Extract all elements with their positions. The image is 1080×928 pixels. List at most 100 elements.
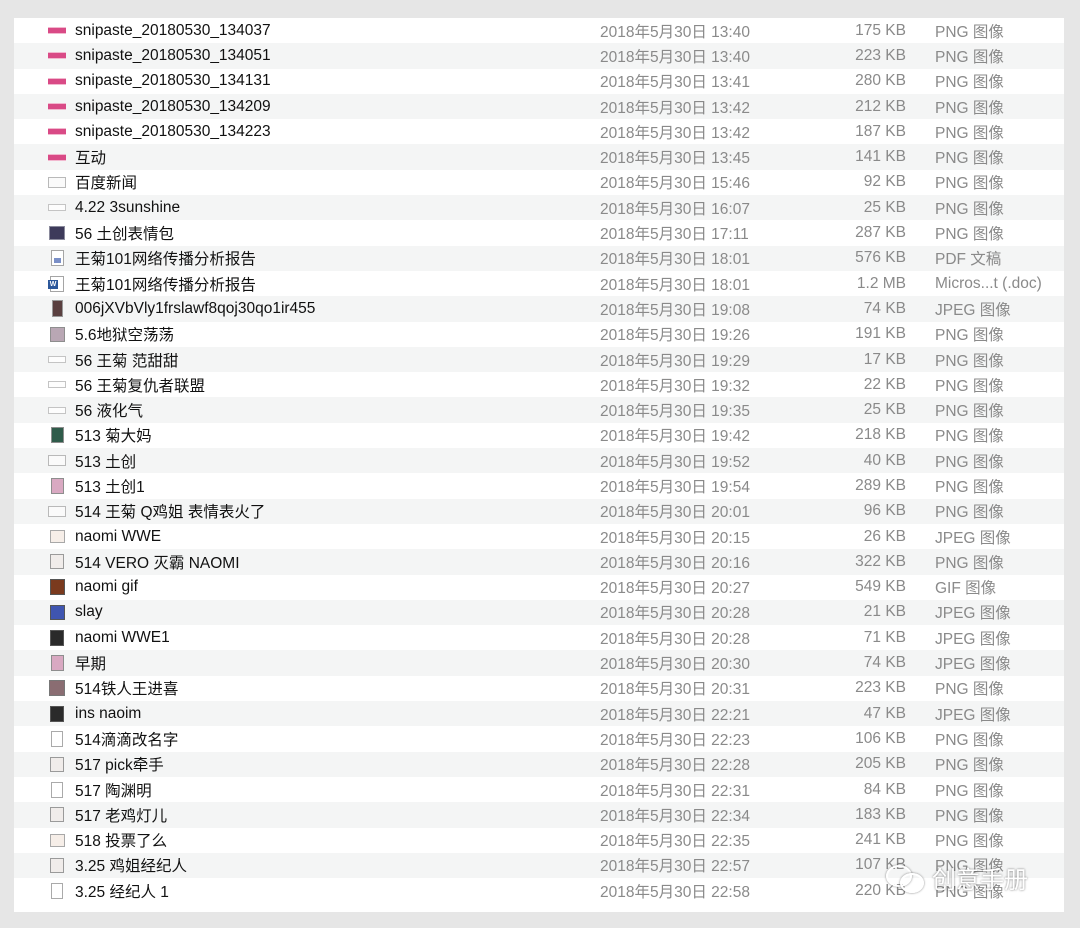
file-kind: PNG 图像 bbox=[935, 403, 1004, 421]
file-row[interactable]: snipaste_20180530_134131 2018年5月30日 13:41… bbox=[14, 69, 1064, 94]
file-date-modified: 2018年5月30日 20:28 bbox=[600, 605, 750, 623]
file-row[interactable]: 514滴滴改名字 2018年5月30日 22:23 106 KB PNG 图像 bbox=[14, 726, 1064, 751]
file-row[interactable]: 5.6地狱空荡荡 2018年5月30日 19:26 191 KB PNG 图像 bbox=[14, 322, 1064, 347]
file-date-modified: 2018年5月30日 19:35 bbox=[600, 403, 750, 421]
file-row[interactable]: snipaste_20180530_134051 2018年5月30日 13:40… bbox=[14, 43, 1064, 69]
file-thumbnail-icon bbox=[48, 503, 66, 519]
file-size: 106 KB bbox=[855, 729, 906, 747]
file-row[interactable]: 517 老鸡灯儿 2018年5月30日 22:34 183 KB PNG 图像 bbox=[14, 802, 1064, 828]
file-row[interactable]: 514铁人王进喜 2018年5月30日 20:31 223 KB PNG 图像 bbox=[14, 676, 1064, 701]
file-row[interactable]: 513 菊大妈 2018年5月30日 19:42 218 KB PNG 图像 bbox=[14, 423, 1064, 448]
file-size: 576 KB bbox=[855, 249, 906, 267]
file-row[interactable]: 518 投票了么 2018年5月30日 22:35 241 KB PNG 图像 bbox=[14, 828, 1064, 853]
file-row[interactable]: snipaste_20180530_134037 2018年5月30日 13:40… bbox=[14, 18, 1064, 43]
file-size: 549 KB bbox=[855, 578, 906, 596]
file-row[interactable]: 517 陶渊明 2018年5月30日 22:31 84 KB PNG 图像 bbox=[14, 777, 1064, 802]
file-kind: PNG 图像 bbox=[935, 150, 1004, 168]
file-kind: PNG 图像 bbox=[935, 99, 1004, 117]
file-size: 223 KB bbox=[855, 679, 906, 697]
file-name: 513 菊大妈 bbox=[75, 428, 152, 446]
file-row[interactable]: 王菊101网络传播分析报告 2018年5月30日 18:01 576 KB PDF 文… bbox=[14, 245, 1064, 271]
file-name: snipaste_20180530_134051 bbox=[75, 46, 271, 64]
file-thumbnail-icon bbox=[48, 174, 66, 190]
file-rows: snipaste_20180530_134037 2018年5月30日 13:40… bbox=[14, 18, 1064, 903]
file-date-modified: 2018年5月30日 20:31 bbox=[600, 681, 750, 699]
file-name: 56 王菊复仇者联盟 bbox=[75, 377, 206, 395]
file-thumbnail-icon bbox=[48, 705, 66, 722]
file-row[interactable]: 514 VERO 灭霸 NAOMI 2018年5月30日 20:16 322 KB P… bbox=[14, 549, 1064, 575]
file-row[interactable]: snipaste_20180530_134209 2018年5月30日 13:42… bbox=[14, 93, 1064, 120]
file-thumbnail-icon bbox=[48, 730, 66, 747]
file-date-modified: 2018年5月30日 19:26 bbox=[600, 327, 750, 345]
file-row[interactable]: naomi WWE1 2018年5月30日 20:28 71 KB JPEG 图像 bbox=[14, 625, 1064, 650]
file-name: 56 液化气 bbox=[75, 403, 144, 421]
file-row[interactable]: naomi WWE 2018年5月30日 20:15 26 KB JPEG 图像 bbox=[14, 524, 1064, 549]
file-date-modified: 2018年5月30日 19:54 bbox=[600, 478, 750, 496]
file-kind: PNG 图像 bbox=[935, 428, 1004, 446]
file-row[interactable]: 56 液化气 2018年5月30日 19:35 25 KB PNG 图像 bbox=[14, 397, 1064, 423]
file-name: snipaste_20180530_134131 bbox=[75, 72, 271, 90]
file-thumbnail-icon bbox=[48, 477, 66, 494]
file-size: 96 KB bbox=[863, 502, 906, 520]
file-thumbnail-icon bbox=[48, 124, 66, 140]
file-thumbnail-icon bbox=[48, 629, 66, 646]
file-row[interactable]: snipaste_20180530_134223 2018年5月30日 13:42… bbox=[14, 119, 1064, 144]
file-date-modified: 2018年5月30日 13:45 bbox=[600, 150, 750, 168]
file-kind: PNG 图像 bbox=[935, 352, 1004, 370]
file-row[interactable]: 3.25 经纪人 1 2018年5月30日 22:58 220 KB PNG 图像 bbox=[14, 878, 1064, 903]
file-row[interactable]: 56 王菊复仇者联盟 2018年5月30日 19:32 22 KB PNG 图像 bbox=[14, 372, 1064, 397]
file-name: 513 土创1 bbox=[75, 478, 145, 496]
file-kind: PNG 图像 bbox=[935, 478, 1004, 496]
file-kind: JPEG 图像 bbox=[935, 656, 1011, 674]
file-size: 280 KB bbox=[855, 72, 906, 90]
file-thumbnail-icon bbox=[48, 250, 66, 267]
file-date-modified: 2018年5月30日 17:11 bbox=[600, 226, 749, 244]
file-name: 3.25 经纪人 1 bbox=[75, 883, 169, 901]
file-date-modified: 2018年5月30日 22:31 bbox=[600, 782, 750, 800]
file-row[interactable]: 早期 2018年5月30日 20:30 74 KB JPEG 图像 bbox=[14, 650, 1064, 676]
file-thumbnail-icon bbox=[48, 529, 66, 545]
file-row[interactable]: 互动 2018年5月30日 13:45 141 KB PNG 图像 bbox=[14, 144, 1064, 170]
file-row[interactable]: ins naoim 2018年5月30日 22:21 47 KB JPEG 图像 bbox=[14, 701, 1064, 727]
file-row[interactable]: 56 土创表情包 2018年5月30日 17:11 287 KB PNG 图像 bbox=[14, 220, 1064, 245]
file-row[interactable]: 56 王菊 范甜甜 2018年5月30日 19:29 17 KB PNG 图像 bbox=[14, 346, 1064, 373]
file-date-modified: 2018年5月30日 13:40 bbox=[600, 23, 750, 41]
file-kind: JPEG 图像 bbox=[935, 301, 1011, 319]
file-size: 25 KB bbox=[863, 401, 906, 419]
file-name: 514铁人王进喜 bbox=[75, 681, 179, 699]
file-thumbnail-icon bbox=[48, 275, 66, 292]
file-row[interactable]: 4.22 3sunshine 2018年5月30日 16:07 25 KB PNG 图… bbox=[14, 195, 1064, 221]
file-row[interactable]: naomi gif 2018年5月30日 20:27 549 KB GIF 图像 bbox=[14, 575, 1064, 600]
file-date-modified: 2018年5月30日 22:21 bbox=[600, 706, 750, 724]
file-row[interactable]: 517 pick牵手 2018年5月30日 22:28 205 KB PNG 图像 bbox=[14, 751, 1064, 777]
file-thumbnail-icon bbox=[48, 427, 66, 444]
file-kind: PNG 图像 bbox=[935, 453, 1004, 471]
file-kind: JPEG 图像 bbox=[935, 605, 1011, 623]
file-name: 517 老鸡灯儿 bbox=[75, 807, 168, 825]
file-size: 25 KB bbox=[863, 198, 906, 216]
file-row[interactable]: 513 土创1 2018年5月30日 19:54 289 KB PNG 图像 bbox=[14, 473, 1064, 498]
file-row[interactable]: 3.25 鸡姐经纪人 2018年5月30日 22:57 107 KB PNG 图像 bbox=[14, 852, 1064, 879]
file-row[interactable]: 006jXVbVly1frslawf8qoj30qo1ir455 2018年5月3… bbox=[14, 296, 1064, 322]
file-date-modified: 2018年5月30日 19:08 bbox=[600, 301, 750, 319]
file-row[interactable]: 百度新闻 2018年5月30日 15:46 92 KB PNG 图像 bbox=[14, 170, 1064, 195]
file-row[interactable]: 513 土创 2018年5月30日 19:52 40 KB PNG 图像 bbox=[14, 448, 1064, 474]
file-size: 183 KB bbox=[855, 805, 906, 823]
file-row[interactable]: 王菊101网络传播分析报告 2018年5月30日 18:01 1.2 MB Micro… bbox=[14, 271, 1064, 296]
file-thumbnail-icon bbox=[48, 23, 66, 39]
file-name: 王菊101网络传播分析报告 bbox=[75, 276, 256, 294]
file-name: 56 土创表情包 bbox=[75, 226, 175, 244]
file-date-modified: 2018年5月30日 22:57 bbox=[600, 858, 750, 876]
file-thumbnail-icon bbox=[48, 48, 66, 64]
file-date-modified: 2018年5月30日 20:15 bbox=[600, 529, 750, 547]
file-row[interactable]: 514 王菊 Q鸡姐 表情表火了 2018年5月30日 20:01 96 KB PNG… bbox=[14, 498, 1064, 524]
file-kind: PNG 图像 bbox=[935, 858, 1004, 876]
file-size: 21 KB bbox=[863, 603, 906, 621]
file-size: 218 KB bbox=[855, 426, 906, 444]
file-size: 71 KB bbox=[863, 628, 906, 646]
file-size: 47 KB bbox=[863, 704, 906, 722]
file-row[interactable]: slay 2018年5月30日 20:28 21 KB JPEG 图像 bbox=[14, 599, 1064, 626]
file-name: 56 王菊 范甜甜 bbox=[75, 352, 179, 370]
file-kind: PNG 图像 bbox=[935, 504, 1004, 522]
file-name: 早期 bbox=[75, 656, 107, 674]
